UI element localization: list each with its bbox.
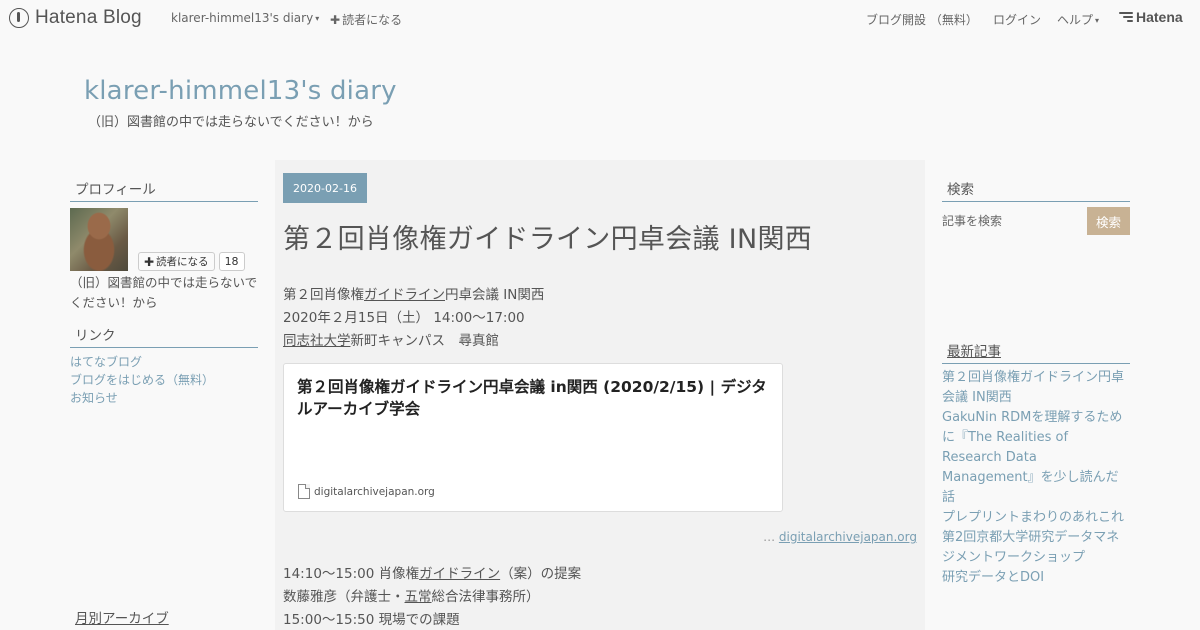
entry-body: 第２回肖像権ガイドライン円卓会議 IN関西 2020年２月15日（土） 14:0… [283,284,917,353]
link-start-blog[interactable]: ブログをはじめる（無料） [70,371,258,389]
recent-post-item[interactable]: 第2回京都大学研究データマネジメントワークショップ [942,528,1130,568]
search-title: 検索 [942,178,1130,202]
sidebar-subscribe-button[interactable]: ✚ 読者になる [138,252,215,271]
entry-line-3-post: 新町キャンパス 尋真館 [350,333,500,349]
entry-line-1-pre: 第２回肖像権 [283,287,364,303]
entry-body-schedule: 14:10～15:00 肖像権ガイドライン（案）の提案 数藤雅彦（弁護士・五常総… [283,563,917,630]
recent-posts-title-label: 最新記事 [947,344,1001,360]
profile-title: プロフィール [70,178,258,202]
embed-domain: digitalarchivejapan.org [314,485,435,498]
hatena-logo[interactable]: Hatena [1119,9,1183,25]
entry-date[interactable]: 2020-02-16 [283,173,367,203]
search-form: 検索 [942,207,1130,235]
plus-icon: ✚ [330,13,341,27]
hatena-logo-icon [1119,12,1133,22]
entry-line-3: 同志社大学新町キャンパス 尋真館 [283,330,917,353]
keyword-link-guideline-2[interactable]: ガイドライン [419,566,500,582]
hatena-blog-logo-icon [9,8,29,28]
search-button[interactable]: 検索 [1087,207,1130,235]
link-hatena-blog[interactable]: はてなブログ [70,353,258,371]
caret-down-icon: ▾ [315,14,320,23]
keyword-link-gojo[interactable]: 五常 [405,589,432,605]
schedule-line-1-post: （案）の提案 [500,566,582,582]
entry-line-1: 第２回肖像権ガイドライン円卓会議 IN関西 [283,284,917,307]
open-blog-link[interactable]: ブログ開設 （無料） [866,11,978,28]
profile-description: （旧）図書館の中では走らないでください！から [70,275,258,310]
schedule-line-1: 14:10～15:00 肖像権ガイドライン（案）の提案 [283,563,917,586]
embed-card[interactable]: 第２回肖像権ガイドライン円卓会議 in関西 (2020/2/15) | デジタル… [283,363,783,512]
search-input[interactable] [942,207,1087,235]
caret-down-icon: ▾ [1095,16,1100,25]
reader-count[interactable]: 18 [218,252,245,271]
help-menu[interactable]: ヘルプ ▾ [1057,11,1099,28]
cite-prefix: … [763,530,776,544]
global-header: Hatena Blog klarer-himmel13's diary ▾ ✚ 読者… [0,0,1200,36]
sidebar-left: プロフィール ✚ 読者になる 18 （旧）図書館の中では走らないでください！から … [70,178,258,407]
recent-posts-list: 第２回肖像権ガイドライン円卓会議 IN関西 GakuNin RDMを理解するため… [942,368,1130,588]
cite-line: … digitalarchivejapan.org [760,530,917,544]
login-link[interactable]: ログイン [993,11,1041,28]
link-news[interactable]: お知らせ [70,389,258,407]
link-list: はてなブログ ブログをはじめる（無料） お知らせ [70,353,258,407]
schedule-line-2-post: 総合法律事務所） [431,589,540,605]
blog-description: （旧）図書館の中では走らないでください！から [88,115,374,130]
cite-link[interactable]: digitalarchivejapan.org [779,530,917,544]
avatar[interactable] [70,208,128,271]
schedule-line-2-pre: 数藤雅彦（弁護士・ [283,589,405,605]
entry-line-1-post: 円卓会議 IN関西 [445,287,545,303]
embed-footer: digitalarchivejapan.org [298,484,435,499]
recent-post-item[interactable]: GakuNin RDMを理解するために『The Realities of Res… [942,408,1130,508]
blog-title[interactable]: klarer-himmel13's diary [84,76,397,106]
links-title: リンク [70,324,258,348]
document-icon [298,484,310,499]
recent-post-item[interactable]: 第２回肖像権ガイドライン円卓会議 IN関西 [942,368,1130,408]
embed-title: 第２回肖像権ガイドライン円卓会議 in関西 (2020/2/15) | デジタル… [297,378,767,418]
keyword-link-guideline[interactable]: ガイドライン [364,287,445,303]
entry-title[interactable]: 第２回肖像権ガイドライン円卓会議 IN関西 [283,217,812,256]
archive-title[interactable]: 月別アーカイブ [70,607,258,627]
plus-icon: ✚ [144,254,155,269]
entry-line-2: 2020年２月15日（土） 14:00～17:00 [283,310,525,326]
diary-menu-label: klarer-himmel13's diary [171,11,314,25]
diary-menu[interactable]: klarer-himmel13's diary ▾ [171,11,319,25]
keyword-link-doshisha[interactable]: 同志社大学 [283,333,351,349]
header-subscribe-button[interactable]: ✚ 読者になる [330,11,402,28]
sidebar-subscribe-label: 読者になる [156,256,209,268]
sidebar-right: 検索 検索 最新記事 第２回肖像権ガイドライン円卓会議 IN関西 GakuNin… [942,178,1130,588]
help-menu-label: ヘルプ [1057,13,1094,27]
hatena-blog-logo-text: Hatena Blog [35,7,142,28]
profile-row: ✚ 読者になる 18 [70,208,258,271]
recent-post-item[interactable]: 研究データとDOI [942,568,1130,588]
recent-post-item[interactable]: プレプリントまわりのあれこれ [942,508,1130,528]
schedule-line-1-pre: 14:10～15:00 肖像権 [283,566,420,582]
recent-posts-title[interactable]: 最新記事 [942,340,1130,364]
hatena-logo-text: Hatena [1136,9,1183,25]
schedule-line-2: 数藤雅彦（弁護士・五常総合法律事務所） [283,586,917,609]
hatena-blog-logo[interactable]: Hatena Blog [9,7,142,29]
schedule-line-3: 15:00～15:50 現場での課題 [283,612,460,628]
header-subscribe-label: 読者になる [342,13,403,27]
